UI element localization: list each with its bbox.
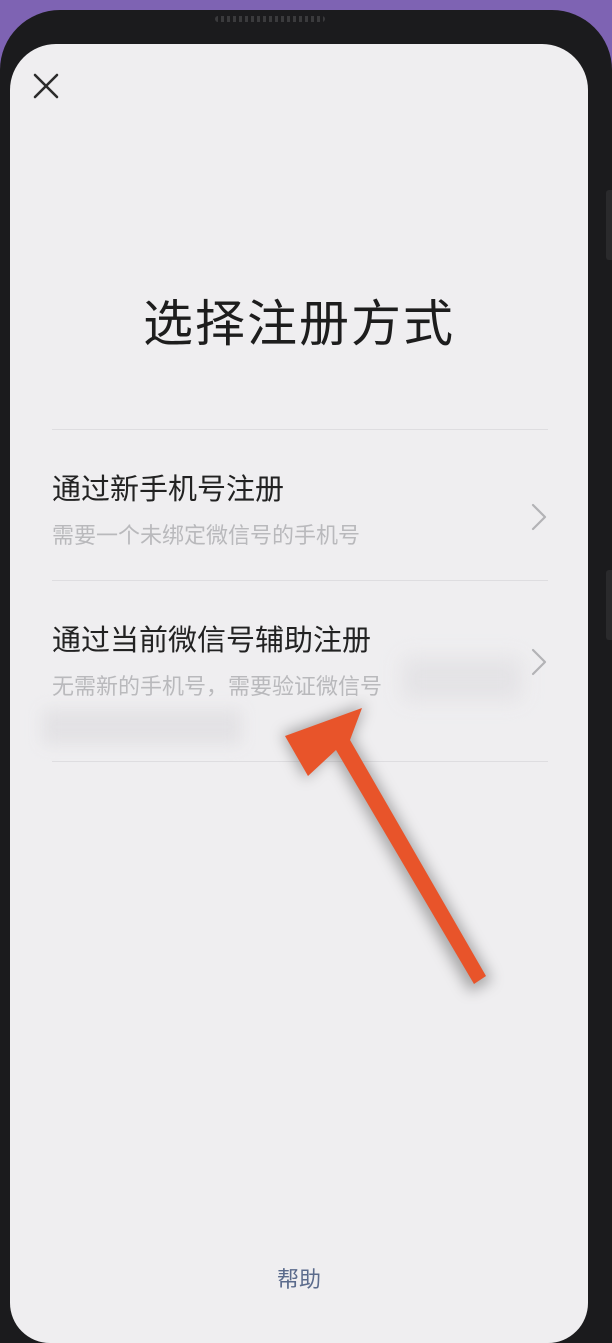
blurred-region [42,709,242,745]
chevron-right-icon [531,648,547,676]
option-title: 通过当前微信号辅助注册 [52,623,372,657]
option-title: 通过新手机号注册 [52,472,285,506]
registration-option-list: 通过新手机号注册 需要一个未绑定微信号的手机号 通过当前微信号辅助注册 无需新的… [42,429,548,762]
divider [52,761,548,762]
side-button [606,570,612,640]
option-new-phone-registration[interactable]: 通过新手机号注册 需要一个未绑定微信号的手机号 [52,430,548,580]
option-description: 需要一个未绑定微信号的手机号 [52,524,361,549]
option-assisted-registration[interactable]: 通过当前微信号辅助注册 无需新的手机号，需要验证微信号 [42,581,548,761]
earpiece-speaker [215,16,325,22]
page-title: 选择注册方式 [143,295,455,353]
blurred-region [402,657,522,701]
help-link[interactable]: 帮助 [10,1262,588,1294]
close-button[interactable] [28,68,64,104]
side-button [606,190,612,260]
close-icon [33,73,59,99]
app-screen: 选择注册方式 通过新手机号注册 需要一个未绑定微信号的手机号 通过当前微信号辅助… [10,44,588,1343]
chevron-right-icon [531,503,547,531]
phone-frame: 选择注册方式 通过新手机号注册 需要一个未绑定微信号的手机号 通过当前微信号辅助… [0,10,612,1343]
option-description: 无需新的手机号，需要验证微信号 [52,675,383,700]
